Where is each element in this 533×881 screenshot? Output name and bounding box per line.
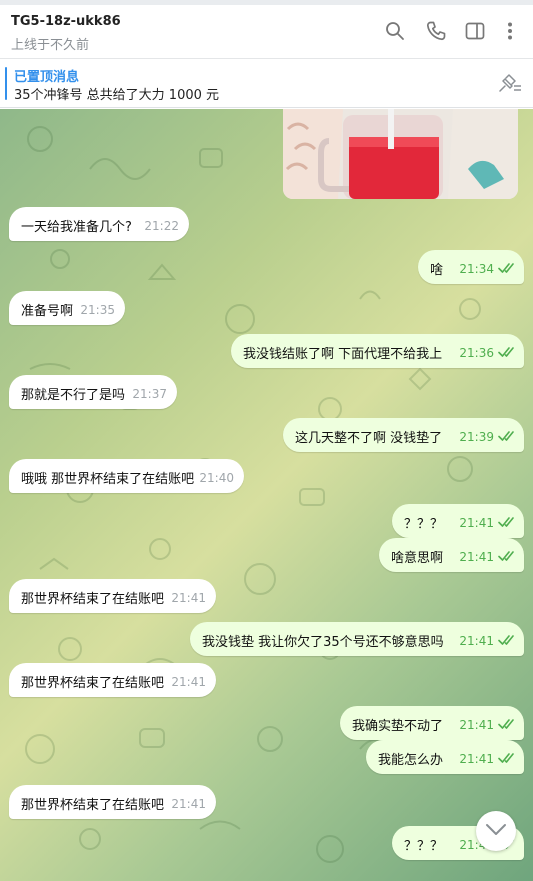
pinned-indicator <box>5 67 7 100</box>
incoming-message[interactable]: 一天给我准备几个? 21:22 <box>9 207 189 241</box>
message-text: 我没钱垫 我让你欠了35个号还不够意思吗 <box>202 635 444 650</box>
chat-title[interactable]: TG5-18z-ukk86 <box>11 14 121 29</box>
phone-icon[interactable] <box>424 19 448 43</box>
message-time: 21:35 <box>80 303 115 317</box>
outgoing-message[interactable]: 我没钱结账了啊 下面代理不给我上 21:36 <box>231 334 524 368</box>
message-text: ？？？ <box>404 517 444 532</box>
message-text: 啥 <box>430 263 444 278</box>
message-text: 那世界杯结束了在结账吧 <box>21 592 165 607</box>
double-check-icon <box>498 551 514 561</box>
message-time: 21:41 <box>171 591 206 605</box>
outgoing-message[interactable]: 我确实垫不动了 21:41 <box>340 706 524 740</box>
more-vertical-icon[interactable] <box>498 19 522 43</box>
incoming-message[interactable]: 那世界杯结束了在结账吧 21:41 <box>9 785 216 819</box>
message-time: 21:41 <box>459 634 494 648</box>
outgoing-message[interactable]: 我能怎么办 21:41 <box>366 740 524 774</box>
message-text: 我确实垫不动了 <box>352 719 444 734</box>
outgoing-message[interactable]: 啥意思啊 21:41 <box>379 538 524 572</box>
message-time: 21:41 <box>459 718 494 732</box>
message-text: 我能怎么办 <box>378 753 444 768</box>
pinned-title: 已置顶消息 <box>14 70 80 85</box>
incoming-message[interactable]: 准备号啊 21:35 <box>9 291 125 325</box>
outgoing-message[interactable]: 这几天整不了啊 没钱垫了 21:39 <box>283 418 524 452</box>
message-text: 啥意思啊 <box>391 551 444 566</box>
message-time: 21:41 <box>171 797 206 811</box>
double-check-icon <box>498 263 514 273</box>
incoming-message[interactable]: 哦哦 那世界杯结束了在结账吧 21:40 <box>9 459 244 493</box>
pin-list-icon[interactable] <box>495 72 523 96</box>
message-text: 一天给我准备几个? <box>21 220 132 235</box>
outgoing-message[interactable]: ？？？ 21:41 <box>392 504 524 538</box>
message-text: 那世界杯结束了在结账吧 <box>21 798 165 813</box>
incoming-message[interactable]: 那世界杯结束了在结账吧 21:41 <box>9 663 216 697</box>
incoming-message[interactable]: 那世界杯结束了在结账吧 21:41 <box>9 579 216 613</box>
outgoing-message[interactable]: 啥 21:34 <box>418 250 524 284</box>
double-check-icon <box>498 347 514 357</box>
message-time: 21:41 <box>459 550 494 564</box>
message-time: 21:41 <box>459 752 494 766</box>
double-check-icon <box>498 517 514 527</box>
message-text: 准备号啊 <box>21 304 74 319</box>
double-check-icon <box>498 431 514 441</box>
message-text: 哦哦 那世界杯结束了在结账吧 <box>21 472 195 487</box>
message-text: 这几天整不了啊 没钱垫了 <box>295 431 443 446</box>
last-seen-status: 上线于不久前 <box>11 38 90 53</box>
outgoing-message[interactable]: 我没钱垫 我让你欠了35个号还不够意思吗 21:41 <box>190 622 524 656</box>
message-time: 21:36 <box>459 346 494 360</box>
pinned-message-bar[interactable]: 已置顶消息 35个冲锋号 总共给了大力 1000 元 <box>0 60 533 108</box>
message-time: 21:39 <box>459 430 494 444</box>
message-text: ？？？ <box>404 839 444 854</box>
pinned-text: 35个冲锋号 总共给了大力 1000 元 <box>14 88 220 103</box>
chevron-down-icon <box>486 824 506 835</box>
double-check-icon <box>498 635 514 645</box>
double-check-icon <box>498 753 514 763</box>
incoming-message[interactable]: 那就是不行了是吗 21:37 <box>9 375 177 409</box>
chat-header: TG5-18z-ukk86 上线于不久前 <box>0 5 533 59</box>
message-text: 那就是不行了是吗 <box>21 388 126 403</box>
scroll-to-bottom-button[interactable] <box>476 811 516 851</box>
sidebar-toggle-icon[interactable] <box>463 19 487 43</box>
message-list[interactable]: 一天给我准备几个? 21:22 啥 21:34 准备号啊 21:35 我没钱结账了啊 下面代… <box>0 109 533 881</box>
message-text: 我没钱结账了啊 下面代理不给我上 <box>243 347 443 362</box>
message-time: 21:41 <box>171 675 206 689</box>
message-time: 21:22 <box>144 219 179 233</box>
message-text: 那世界杯结束了在结账吧 <box>21 676 165 691</box>
search-icon[interactable] <box>383 19 407 43</box>
message-time: 21:37 <box>132 387 167 401</box>
message-time: 21:41 <box>459 516 494 530</box>
double-check-icon <box>498 719 514 729</box>
message-time: 21:34 <box>459 262 494 276</box>
message-time: 21:40 <box>199 471 234 485</box>
media-photo[interactable] <box>283 109 518 199</box>
